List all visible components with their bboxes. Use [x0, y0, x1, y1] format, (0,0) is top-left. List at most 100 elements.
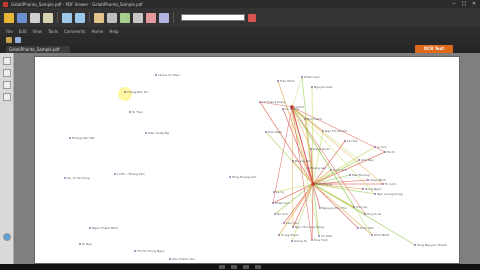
- pages-icon[interactable]: [3, 57, 11, 65]
- graph-node[interactable]: [64, 177, 66, 179]
- graph-node[interactable]: [330, 169, 332, 171]
- graph-node[interactable]: [292, 226, 294, 228]
- minimize-button[interactable]: ─: [450, 1, 458, 7]
- graph-node[interactable]: [278, 234, 280, 236]
- select-icon[interactable]: [107, 12, 117, 23]
- graph-node[interactable]: [318, 235, 320, 237]
- graph-node-label: Tu Tien: [131, 110, 143, 114]
- zoom-icon[interactable]: [133, 12, 143, 23]
- email-icon[interactable]: [43, 12, 53, 23]
- graph-node[interactable]: [89, 227, 91, 229]
- ocr-button[interactable]: OCR Text Recognition: [415, 45, 453, 59]
- fit-icon[interactable]: [146, 12, 156, 23]
- zoom-input[interactable]: [181, 14, 245, 21]
- graph-node[interactable]: [145, 132, 147, 134]
- graph-node-label: Tran Minh: [279, 79, 295, 83]
- comments-icon[interactable]: [3, 93, 11, 101]
- graph-node[interactable]: [374, 193, 376, 195]
- first-page-icon[interactable]: [219, 265, 225, 269]
- graph-node[interactable]: [259, 101, 261, 103]
- graph-node[interactable]: [353, 206, 355, 208]
- select-tool-icon[interactable]: [15, 37, 21, 43]
- menu-file[interactable]: File: [6, 29, 13, 34]
- graph-node[interactable]: [283, 222, 285, 224]
- close-button[interactable]: ✕: [470, 1, 478, 7]
- graph-node-label: Ngo Cuong Dung: [377, 192, 403, 196]
- next-page-icon[interactable]: [243, 265, 249, 269]
- graph-node-label: Bui Thanh: [307, 117, 322, 121]
- graph-node[interactable]: [301, 76, 303, 78]
- last-page-icon[interactable]: [255, 265, 261, 269]
- graph-node[interactable]: [274, 213, 276, 215]
- graph-node[interactable]: [384, 151, 386, 153]
- save-icon[interactable]: [17, 12, 27, 23]
- snapshot-icon[interactable]: [120, 12, 130, 23]
- graph-node[interactable]: [414, 244, 416, 246]
- graph-node[interactable]: [291, 240, 293, 242]
- open-icon[interactable]: [4, 12, 14, 23]
- graph-node[interactable]: [229, 176, 231, 178]
- window-title: GelatiPhanto_Sample.pdf - PDF Viewer - G…: [11, 1, 143, 7]
- document-canvas[interactable]: Lanna Cu Wen Thang Bac Hu Tu Tien Pian Ya N…: [14, 53, 480, 264]
- graph-node[interactable]: [319, 207, 321, 209]
- menu-comments[interactable]: Comments: [64, 29, 86, 34]
- help-icon[interactable]: [3, 233, 11, 241]
- graph-node[interactable]: [282, 108, 284, 110]
- graph-node[interactable]: [155, 74, 157, 76]
- graph-node[interactable]: [362, 188, 364, 190]
- prev-page-icon[interactable]: [231, 265, 237, 269]
- graph-node[interactable]: [129, 111, 131, 113]
- graph-node[interactable]: [304, 118, 306, 120]
- graph-node[interactable]: [169, 258, 171, 260]
- graph-node[interactable]: [311, 86, 313, 88]
- maximize-button[interactable]: □: [460, 1, 468, 7]
- graph-node[interactable]: [134, 250, 136, 252]
- graph-node-label: Tran Do: [355, 205, 368, 209]
- graph-node[interactable]: [272, 202, 274, 204]
- graph-node[interactable]: [310, 148, 312, 150]
- undo-icon[interactable]: [62, 12, 72, 23]
- graph-node-label: Trung Pham: [280, 233, 299, 237]
- graph-node[interactable]: [322, 130, 324, 132]
- graph-node-label: Do Anh: [277, 212, 288, 216]
- hand-tool-icon[interactable]: [6, 37, 12, 43]
- graph-node[interactable]: [307, 167, 309, 169]
- menu-edit[interactable]: Edit: [19, 29, 27, 34]
- print-icon[interactable]: [30, 12, 40, 23]
- menu-home[interactable]: Home: [92, 29, 104, 34]
- hand-icon[interactable]: [94, 12, 104, 23]
- graph-node[interactable]: [382, 183, 384, 185]
- graph-node-label: Le Kim: [294, 105, 304, 109]
- network-graph: Lanna Cu Wen Thang Bac Hu Tu Tien Pian Ya N…: [64, 73, 447, 261]
- graph-node[interactable]: [124, 91, 126, 93]
- graph-node[interactable]: [311, 239, 313, 241]
- graph-node[interactable]: [69, 137, 71, 139]
- menu-view[interactable]: View: [32, 29, 42, 34]
- graph-node[interactable]: [79, 243, 81, 245]
- graph-node[interactable]: [273, 191, 275, 193]
- menu-tools[interactable]: Tools: [48, 29, 58, 34]
- graph-node-label: Ngo Thi Lang Hang: [295, 225, 324, 229]
- graph-node[interactable]: [349, 174, 351, 176]
- redo-icon[interactable]: [75, 12, 85, 23]
- graph-node[interactable]: [364, 213, 366, 215]
- graph-node[interactable]: [292, 160, 294, 162]
- graph-node[interactable]: [277, 80, 279, 82]
- tab-document[interactable]: GelatiPhanto_Sample.pdf: [6, 46, 70, 53]
- graph-node[interactable]: [367, 179, 369, 181]
- graph-node-label: Chau Minh: [370, 178, 386, 182]
- rotate-icon[interactable]: [159, 12, 169, 23]
- graph-node[interactable]: [371, 234, 373, 236]
- graph-node-label: Kim Bao: [361, 158, 374, 162]
- attachments-icon[interactable]: [3, 81, 11, 89]
- graph-node[interactable]: [344, 140, 346, 142]
- graph-node[interactable]: [374, 146, 376, 148]
- graph-node[interactable]: [265, 131, 267, 133]
- graph-node[interactable]: [357, 227, 359, 229]
- graph-node[interactable]: [114, 173, 116, 175]
- menu-help[interactable]: Help: [109, 29, 118, 34]
- graph-node[interactable]: [358, 159, 360, 161]
- search-icon[interactable]: [248, 13, 256, 22]
- bookmarks-icon[interactable]: [3, 69, 11, 77]
- graph-node-label: Nguyen Phu Tho: [322, 206, 347, 210]
